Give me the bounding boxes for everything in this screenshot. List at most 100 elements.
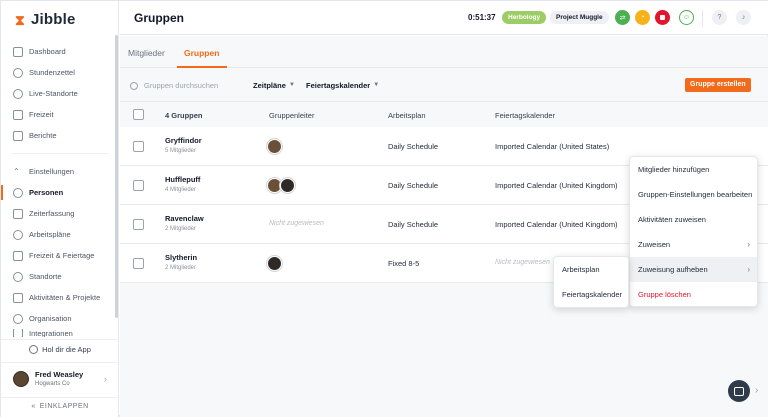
sidebar-item-label: Freizeit bbox=[29, 110, 54, 119]
sidebar-item-work-schedules[interactable]: Arbeitspläne bbox=[1, 224, 119, 245]
sidebar-item-settings[interactable]: ⌃ Einstellungen bbox=[1, 161, 119, 182]
holidays-filter-label: Feiertagskalender bbox=[306, 81, 371, 90]
submenu-item-schedule[interactable]: Arbeitsplan bbox=[554, 257, 628, 282]
col-leader: Gruppenleiter bbox=[269, 111, 315, 120]
sidebar-item-label: Organisation bbox=[29, 314, 72, 323]
clock-in-user-button[interactable]: ☺ bbox=[679, 10, 694, 25]
get-app-label: Hol dir die App bbox=[42, 345, 91, 354]
brand-logo[interactable]: ⧗ Jibble bbox=[15, 11, 76, 28]
suitcase-icon bbox=[13, 109, 23, 120]
dashboard-icon bbox=[13, 46, 23, 57]
break-button[interactable]: ◔ bbox=[635, 10, 650, 25]
sidebar-item-activities-projects[interactable]: Aktivitäten & Projekte bbox=[1, 287, 119, 308]
menu-item-label: Zuweisen bbox=[638, 240, 671, 249]
collapse-label: EINKLAPPEN bbox=[39, 403, 89, 410]
menu-item-edit-group-settings[interactable]: Gruppen-Einstellungen bearbeiten bbox=[630, 182, 757, 207]
tag-icon bbox=[13, 292, 23, 303]
search-icon bbox=[130, 81, 138, 90]
sidebar-item-label: Live-Standorte bbox=[29, 89, 78, 98]
row-checkbox[interactable] bbox=[133, 219, 144, 230]
sidebar-item-label: Arbeitspläne bbox=[29, 230, 71, 239]
people-icon bbox=[13, 187, 23, 198]
sidebar-item-label: Personen bbox=[29, 188, 64, 197]
tab-members[interactable]: Mitglieder bbox=[128, 48, 165, 58]
get-app-link[interactable]: Hol dir die App bbox=[1, 339, 119, 359]
schedules-filter[interactable]: Zeitpläne ▼ bbox=[253, 81, 295, 90]
sidebar-item-time-off[interactable]: Freizeit bbox=[1, 104, 119, 125]
notifications-button[interactable]: ♪ bbox=[736, 10, 751, 25]
user-profile[interactable]: Fred Weasley Hogwarts Co › bbox=[1, 362, 119, 394]
sidebar-item-people[interactable]: Personen bbox=[1, 182, 119, 203]
menu-item-delete-group[interactable]: Gruppe löschen bbox=[630, 282, 757, 307]
sidebar-item-integrations[interactable]: Integrationen bbox=[1, 329, 119, 337]
group-name: Gryffindor bbox=[165, 136, 202, 145]
sidebar-scrollbar[interactable] bbox=[115, 35, 118, 318]
create-group-button[interactable]: Gruppe erstellen bbox=[685, 78, 751, 92]
calendar-cell: Imported Calendar (United States) bbox=[495, 142, 610, 151]
menu-item-assign[interactable]: Zuweisen › bbox=[630, 232, 757, 257]
menu-item-label: Zuweisung aufheben bbox=[638, 265, 708, 274]
user-org: Hogwarts Co bbox=[35, 381, 70, 387]
switch-activity-button[interactable]: ⇄ bbox=[615, 10, 630, 25]
group-members: 2 Mitglieder bbox=[165, 265, 197, 271]
sidebar-item-label: Standorte bbox=[29, 272, 62, 281]
leader-cell: Nicht zugewiesen bbox=[269, 220, 324, 227]
double-chevron-left-icon: « bbox=[31, 403, 36, 410]
collapse-sidebar-button[interactable]: « EINKLAPPEN bbox=[1, 397, 119, 415]
select-all-checkbox[interactable] bbox=[133, 109, 144, 120]
active-tab-indicator bbox=[177, 66, 227, 68]
schedule-cell: Daily Schedule bbox=[388, 142, 439, 151]
menu-item-unassign[interactable]: Zuweisung aufheben › bbox=[630, 257, 757, 282]
sidebar-item-time-tracking[interactable]: Zeiterfassung bbox=[1, 203, 119, 224]
chevron-right-icon: › bbox=[104, 374, 107, 384]
group-members: 4 Mitglieder bbox=[165, 187, 197, 193]
schedule-cell: Daily Schedule bbox=[388, 181, 439, 190]
holidays-filter[interactable]: Feiertagskalender ▼ bbox=[306, 81, 379, 90]
switch-icon: ⇄ bbox=[619, 14, 626, 22]
project-badge[interactable]: Project Muggle bbox=[550, 11, 609, 24]
calendar-icon bbox=[13, 250, 23, 261]
avatar bbox=[280, 178, 295, 193]
row-checkbox[interactable] bbox=[133, 180, 144, 191]
sidebar-item-label: Dashboard bbox=[29, 47, 66, 56]
sidebar-item-live-locations[interactable]: Live-Standorte bbox=[1, 83, 119, 104]
row-checkbox[interactable] bbox=[133, 258, 144, 269]
chevron-right-icon: › bbox=[747, 240, 750, 249]
sidebar-item-dashboard[interactable]: Dashboard bbox=[1, 41, 119, 62]
group-members: 5 Mitglieder bbox=[165, 148, 197, 154]
avatar bbox=[267, 256, 282, 271]
brand-name: Jibble bbox=[31, 11, 76, 28]
stop-timer-button[interactable] bbox=[655, 10, 670, 25]
user-name: Fred Weasley bbox=[35, 370, 84, 379]
chevron-right-icon[interactable]: › bbox=[755, 385, 758, 396]
submenu-item-holiday-calendar[interactable]: Feiertagskalender bbox=[554, 282, 628, 307]
menu-item-assign-activities[interactable]: Aktivitäten zuweisen bbox=[630, 207, 757, 232]
download-icon bbox=[29, 345, 39, 354]
col-calendar: Feiertagskalender bbox=[495, 111, 556, 120]
sidebar-item-timesheets[interactable]: Stundenzettel bbox=[1, 62, 119, 83]
sidebar-item-label: Freizeit & Feiertage bbox=[29, 251, 95, 260]
col-groups: 4 Gruppen bbox=[165, 111, 203, 120]
chat-support-button[interactable] bbox=[728, 380, 750, 402]
page-title: Gruppen bbox=[134, 11, 184, 25]
help-icon: ? bbox=[717, 14, 722, 21]
app-window: ⧗ Jibble Dashboard Stundenzettel Live-St… bbox=[0, 0, 768, 417]
schedule-icon bbox=[13, 229, 23, 240]
search-box[interactable]: Gruppen durchsuchen bbox=[130, 81, 218, 90]
location-icon bbox=[13, 88, 23, 99]
calendar-cell: Nicht zugewiesen bbox=[495, 259, 550, 266]
sidebar-item-locations[interactable]: Standorte bbox=[1, 266, 119, 287]
caret-down-icon: ▼ bbox=[288, 82, 295, 88]
sidebar-item-reports[interactable]: Berichte bbox=[1, 125, 119, 146]
help-button[interactable]: ? bbox=[712, 10, 727, 25]
tab-groups[interactable]: Gruppen bbox=[184, 48, 219, 58]
activity-badge[interactable]: Herbology bbox=[502, 11, 547, 24]
sidebar-item-label: Zeiterfassung bbox=[29, 209, 75, 218]
sidebar-item-label: Stundenzettel bbox=[29, 68, 75, 77]
search-input[interactable]: Gruppen durchsuchen bbox=[144, 81, 218, 90]
row-checkbox[interactable] bbox=[133, 141, 144, 152]
jibble-logo-icon: ⧗ bbox=[15, 11, 25, 28]
menu-item-add-members[interactable]: Mitglieder hinzufügen bbox=[630, 157, 757, 182]
sidebar-item-time-off-holidays[interactable]: Freizeit & Feiertage bbox=[1, 245, 119, 266]
sidebar-item-organisation[interactable]: Organisation bbox=[1, 308, 119, 329]
